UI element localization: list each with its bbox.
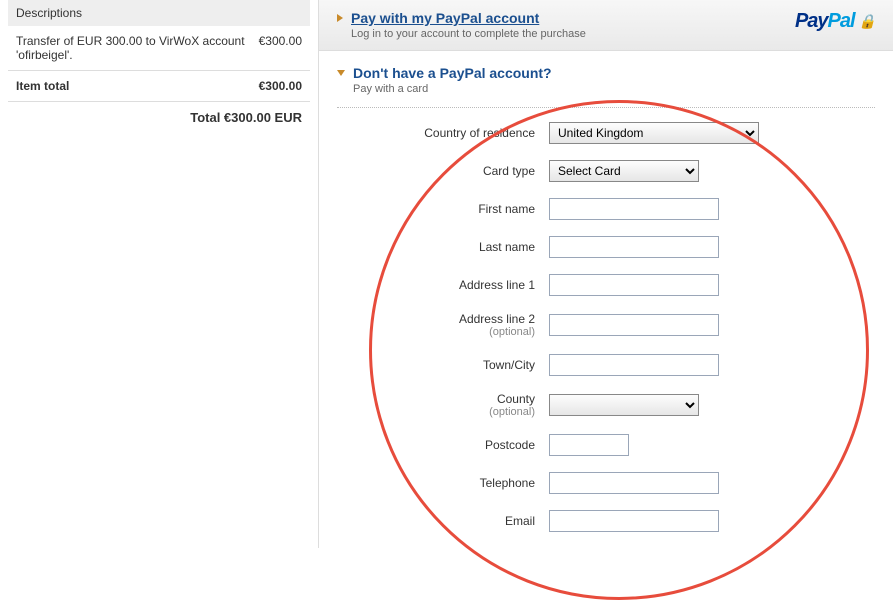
guest-section-subtitle: Pay with a card: [353, 83, 552, 95]
card-type-select[interactable]: Select Card: [549, 160, 699, 182]
guest-form: Country of residence United Kingdom Card…: [319, 116, 893, 532]
guest-section-title[interactable]: Don't have a PayPal account?: [353, 65, 552, 81]
postcode-input[interactable]: [549, 434, 629, 456]
paypal-logo: PayPal 🔒: [795, 10, 875, 33]
town-label: Town/City: [319, 358, 549, 372]
address1-input[interactable]: [549, 274, 719, 296]
line-item-description: Transfer of EUR 300.00 to VirWoX account…: [16, 34, 259, 62]
telephone-input[interactable]: [549, 472, 719, 494]
postcode-label: Postcode: [319, 438, 549, 452]
item-total-amount: €300.00: [259, 79, 302, 93]
checkout-main: Pay with my PayPal account Log in to you…: [318, 0, 893, 548]
address1-label: Address line 1: [319, 278, 549, 292]
chevron-down-icon: [337, 70, 345, 76]
address2-input[interactable]: [549, 314, 719, 336]
pay-with-paypal-link[interactable]: Pay with my PayPal account: [351, 10, 586, 26]
divider: [337, 107, 875, 108]
grand-total: Total €300.00 EUR: [8, 102, 310, 133]
county-label: County (optional): [319, 392, 549, 418]
guest-checkout-section: Don't have a PayPal account? Pay with a …: [319, 51, 893, 95]
line-item-row: Transfer of EUR 300.00 to VirWoX account…: [8, 26, 310, 71]
lock-icon: 🔒: [859, 13, 875, 30]
sidebar-header: Descriptions: [8, 0, 310, 26]
first-name-label: First name: [319, 202, 549, 216]
line-item-amount: €300.00: [259, 34, 302, 62]
country-label: Country of residence: [319, 126, 549, 140]
country-select[interactable]: United Kingdom: [549, 122, 759, 144]
pay-with-paypal-section[interactable]: Pay with my PayPal account Log in to you…: [319, 0, 893, 51]
last-name-input[interactable]: [549, 236, 719, 258]
order-summary-sidebar: Descriptions Transfer of EUR 300.00 to V…: [8, 0, 318, 548]
town-input[interactable]: [549, 354, 719, 376]
address2-label: Address line 2 (optional): [319, 312, 549, 338]
email-input[interactable]: [549, 510, 719, 532]
county-select[interactable]: [549, 394, 699, 416]
first-name-input[interactable]: [549, 198, 719, 220]
last-name-label: Last name: [319, 240, 549, 254]
email-label: Email: [319, 514, 549, 528]
pay-with-paypal-subtitle: Log in to your account to complete the p…: [351, 28, 586, 40]
card-type-label: Card type: [319, 164, 549, 178]
item-total-label: Item total: [16, 79, 69, 93]
chevron-right-icon: [337, 14, 343, 22]
telephone-label: Telephone: [319, 476, 549, 490]
item-total-row: Item total €300.00: [8, 71, 310, 102]
